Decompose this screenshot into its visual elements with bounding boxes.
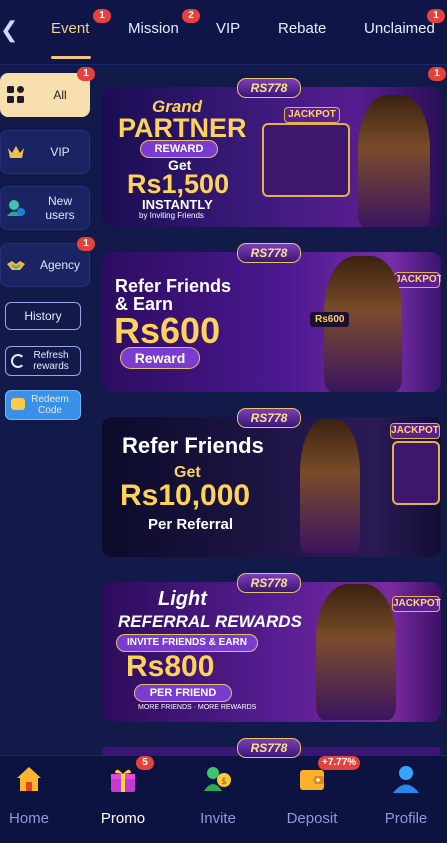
sidebar-item-vip-label: VIP: [50, 145, 70, 159]
redeem-code-label: Redeem Code: [31, 394, 69, 416]
tab-mission-label: Mission: [128, 20, 179, 37]
banner-amount: Rs600: [114, 310, 221, 351]
nav-promo-badge: 5: [136, 756, 154, 770]
sidebar-item-vip[interactable]: VIP: [0, 130, 90, 174]
category-sidebar: All 1 VIP New users Agency 1 History Ref…: [0, 64, 96, 754]
banner-pill-2: PER FRIEND: [134, 684, 232, 702]
brand-logo: RS778: [237, 738, 301, 758]
host-illustration: [316, 584, 396, 720]
nav-home[interactable]: Home: [0, 764, 64, 834]
new-user-icon: [7, 200, 25, 216]
banner-title: Refer Friends: [122, 433, 264, 458]
host-illustration: [300, 419, 360, 553]
tab-event-badge: 1: [93, 9, 111, 23]
banner-subtext: MORE FRIENDS · MORE REWARDS: [138, 704, 257, 711]
brand-logo: RS778: [237, 78, 301, 98]
refresh-icon: [11, 354, 25, 368]
nav-profile-label: Profile: [384, 810, 428, 827]
redeem-code-button[interactable]: Redeem Code: [5, 390, 81, 420]
banner-text: Per Referral: [148, 516, 234, 533]
nav-promo-label: Promo: [100, 810, 146, 827]
chevron-left-icon[interactable]: ❮: [0, 18, 18, 42]
nav-deposit[interactable]: Deposit: [277, 764, 347, 834]
tab-mission[interactable]: Mission: [128, 20, 179, 46]
profile-icon: [393, 766, 419, 793]
tab-unclaimed-label: Unclaimed: [364, 20, 435, 37]
banner-amount: Rs10,000: [120, 479, 251, 512]
bottom-navigation: Home Promo 5 $ Invite Deposit +7.77% Pro…: [0, 755, 447, 843]
host-illustration: [358, 95, 430, 227]
jackpot-sign: JACKPOT: [392, 596, 441, 612]
banner-title: REFERRAL REWARDS: [118, 612, 302, 631]
jackpot-sign: JACKPOT: [390, 423, 440, 439]
tab-rebate[interactable]: Rebate: [278, 20, 326, 46]
promo-banner-grand-partner[interactable]: Grand PARTNER REWARD Get Rs1,500 INSTANT…: [102, 87, 441, 227]
nav-invite[interactable]: $ Invite: [183, 764, 253, 834]
tab-unclaimed-badge: 1: [427, 9, 445, 23]
sidebar-item-agency[interactable]: Agency: [0, 243, 90, 287]
nav-profile[interactable]: Profile: [371, 764, 441, 834]
gift-icon: [111, 769, 135, 792]
banner-amount: Rs1,500: [127, 169, 230, 199]
home-icon: [17, 767, 41, 791]
tab-rebate-label: Rebate: [278, 20, 327, 37]
nav-deposit-badge: +7.77%: [318, 756, 361, 770]
sidebar-agency-badge: 1: [77, 237, 95, 251]
banner-title-small: Light: [158, 588, 207, 610]
nav-invite-label: Invite: [200, 810, 236, 827]
jackpot-sign: JACKPOT: [394, 272, 441, 288]
refresh-rewards-button[interactable]: Refresh rewards: [5, 346, 81, 376]
tab-unclaimed[interactable]: Unclaimed: [364, 20, 435, 46]
gift-card-icon: [11, 398, 25, 410]
promo-banner-referral-rewards-800[interactable]: Light REFERRAL REWARDS INVITE FRIENDS & …: [102, 582, 441, 722]
active-tab-underline: [51, 56, 91, 59]
jackpot-sign: JACKPOT: [284, 107, 340, 123]
tab-mission-badge: 2: [182, 9, 200, 23]
nav-promo[interactable]: Promo: [88, 764, 158, 834]
sidebar-item-new-users[interactable]: New users: [0, 186, 90, 230]
sidebar-all-badge: 1: [77, 67, 95, 81]
nav-deposit-label: Deposit: [286, 810, 338, 827]
crown-icon: [8, 146, 24, 158]
banner-text: INSTANTLY: [142, 197, 213, 212]
refresh-rewards-label: Refresh rewards: [33, 350, 69, 372]
banner-list-badge: 1: [428, 67, 446, 81]
brand-logo: RS778: [237, 573, 301, 593]
banner-pill: REWARD: [140, 140, 218, 158]
grid-icon: [7, 86, 24, 103]
sidebar-item-agency-label: Agency: [39, 258, 81, 272]
banner-amount: Rs800: [126, 650, 215, 683]
handshake-icon: [7, 261, 25, 270]
tab-vip[interactable]: VIP: [216, 20, 240, 46]
sidebar-item-all-label: All: [53, 88, 67, 102]
svg-text:$: $: [221, 777, 227, 787]
nav-home-label: Home: [8, 810, 49, 827]
banner-pill: Reward: [120, 347, 200, 369]
history-button-label: History: [24, 309, 62, 323]
sidebar-item-new-users-label: New users: [45, 194, 75, 222]
tab-event[interactable]: Event: [51, 20, 91, 59]
top-tab-bar: ❮ Event 1 Mission 2 VIP Rebate Unclaimed…: [0, 0, 447, 65]
history-button[interactable]: History: [5, 302, 81, 330]
tab-vip-label: VIP: [216, 20, 241, 37]
slot-machine-illustration: [262, 123, 350, 197]
invite-icon: $: [204, 767, 231, 791]
brand-logo: RS778: [237, 408, 301, 428]
promo-banner-refer-friends-600[interactable]: Refer Friends & Earn Rs600 Reward JACKPO…: [102, 252, 441, 392]
promo-banner-refer-friends-10000[interactable]: Refer Friends Get Rs10,000 Per Referral …: [102, 417, 441, 557]
brand-logo: RS778: [237, 243, 301, 263]
tab-event-label: Event: [51, 20, 90, 37]
banner-subtext: by Inviting Friends: [139, 211, 204, 220]
sidebar-item-all[interactable]: All: [0, 73, 90, 117]
reward-card: Rs600: [310, 312, 350, 327]
slot-machine-illustration: [392, 441, 440, 505]
